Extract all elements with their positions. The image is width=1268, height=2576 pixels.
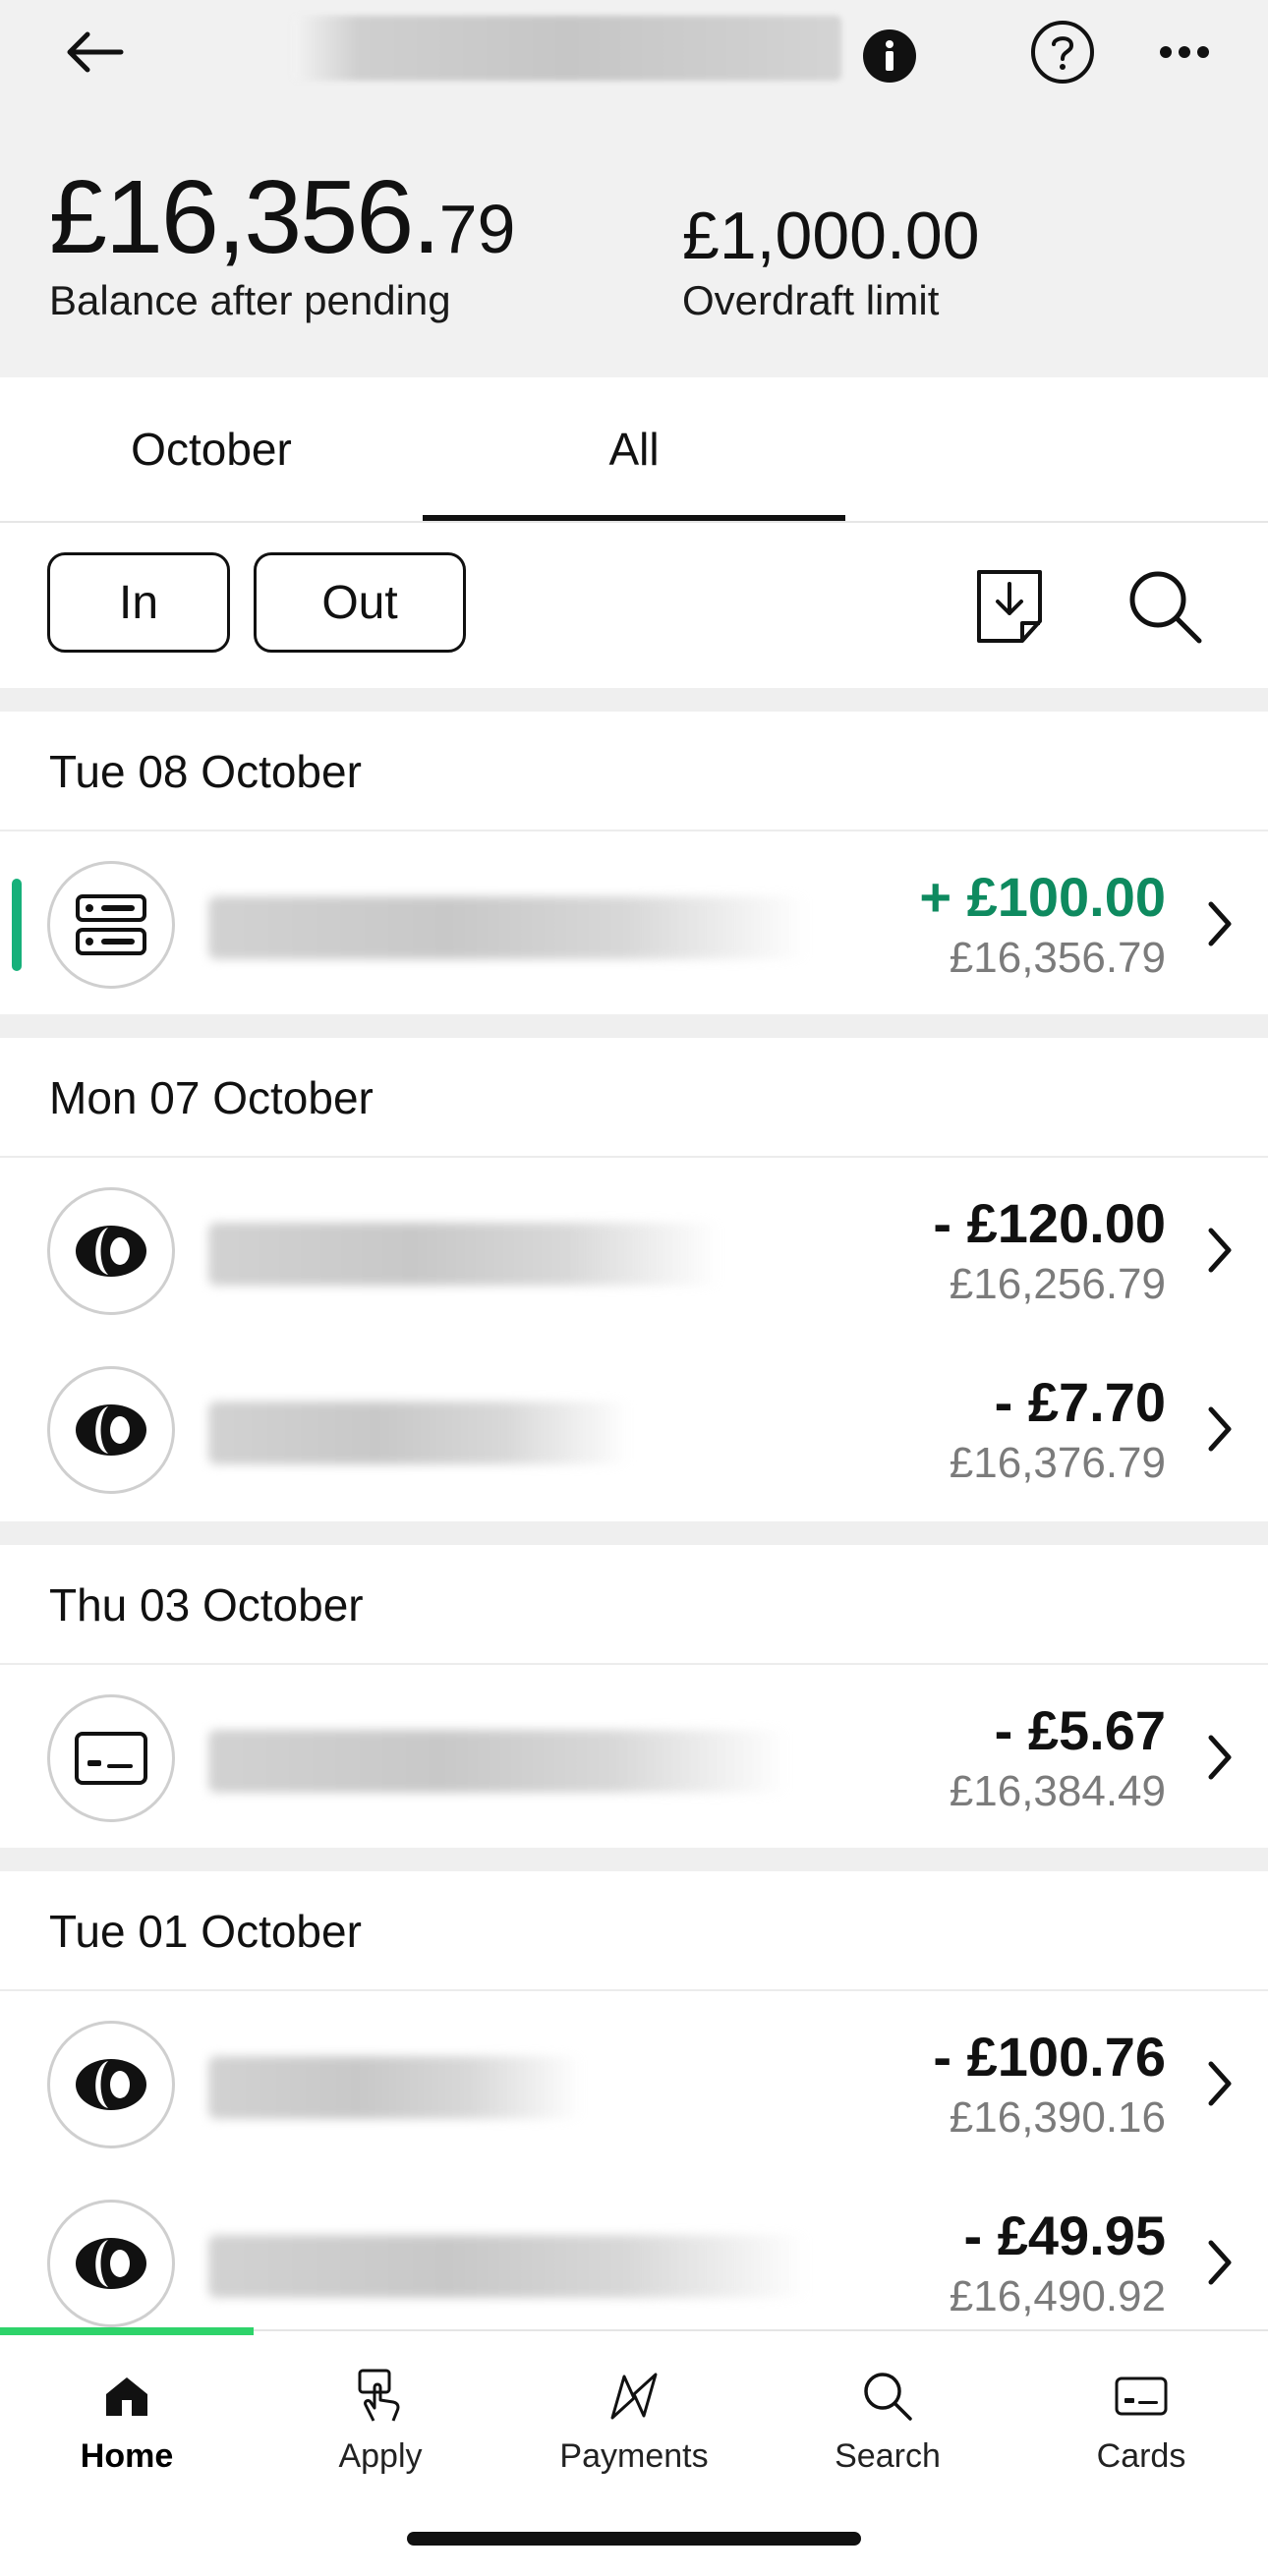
card-network-icon	[76, 1226, 146, 1277]
transaction-avatar	[47, 1694, 175, 1822]
transaction-row[interactable]: - £120.00 £16,256.79	[0, 1162, 1268, 1341]
search-icon	[1129, 571, 1202, 644]
card-network-icon	[76, 1404, 146, 1456]
date-header-label: Mon 07 October	[49, 1072, 374, 1123]
transaction-amount: - £5.67	[994, 1699, 1166, 1761]
transaction-avatar	[47, 2021, 175, 2148]
nav-apply-label: Apply	[338, 2437, 423, 2475]
nav-apply[interactable]: Apply	[254, 2331, 507, 2479]
nav-active-indicator	[0, 2327, 254, 2335]
bank-transfer-icon	[76, 894, 146, 955]
download-statement-button[interactable]	[967, 562, 1052, 651]
transaction-avatar	[47, 2200, 175, 2327]
section-divider	[0, 688, 1268, 712]
filter-in-button[interactable]: In	[47, 552, 230, 653]
back-arrow-icon	[67, 31, 124, 73]
home-icon	[106, 2377, 147, 2416]
pending-indicator	[12, 879, 22, 971]
merchant-name-redacted	[208, 2056, 582, 2119]
transaction-row[interactable]: - £7.70 £16,376.79	[0, 1341, 1268, 1519]
date-header-label: Tue 01 October	[49, 1906, 362, 1957]
tab-october[interactable]: October	[0, 377, 423, 521]
nav-payments[interactable]: Payments	[507, 2331, 761, 2479]
overdraft-amount: £1,000.00	[682, 199, 980, 273]
filter-bar: In Out	[0, 523, 1268, 688]
merchant-name-redacted	[208, 1223, 720, 1286]
transaction-amount: - £7.70	[994, 1371, 1166, 1433]
date-header: Mon 07 October	[0, 1038, 1268, 1158]
running-balance: £16,490.92	[949, 2272, 1166, 2320]
card-icon	[75, 1732, 147, 1785]
nav-home[interactable]: Home	[0, 2331, 254, 2479]
transaction-avatar	[47, 1187, 175, 1315]
download-statement-icon	[977, 570, 1042, 643]
more-button[interactable]	[1150, 18, 1219, 86]
chevron-right-icon	[1208, 1406, 1232, 1452]
nav-home-label: Home	[80, 2437, 174, 2475]
transaction-avatar	[47, 1366, 175, 1494]
section-divider	[0, 1014, 1268, 1038]
home-indicator	[407, 2532, 861, 2546]
running-balance: £16,376.79	[949, 1439, 1166, 1487]
help-icon	[1031, 21, 1094, 84]
merchant-name-redacted	[208, 1402, 631, 1464]
search-icon	[864, 2373, 912, 2421]
chevron-right-icon	[1208, 2061, 1232, 2106]
payments-icon	[610, 2373, 658, 2420]
date-header-label: Tue 08 October	[49, 746, 362, 797]
transaction-row[interactable]: - £5.67 £16,384.49	[0, 1669, 1268, 1848]
section-divider	[0, 1521, 1268, 1545]
filter-out-button[interactable]: Out	[254, 552, 466, 653]
back-button[interactable]	[49, 18, 138, 86]
date-header: Thu 03 October	[0, 1545, 1268, 1665]
overdraft-label: Overdraft limit	[682, 277, 940, 323]
balance-cents: 79	[438, 191, 516, 267]
section-divider	[0, 1848, 1268, 1871]
balance-label: Balance after pending	[49, 277, 451, 323]
cards-icon	[1115, 2376, 1168, 2416]
merchant-name-redacted	[208, 1730, 788, 1793]
nav-search[interactable]: Search	[761, 2331, 1014, 2479]
nav-payments-label: Payments	[559, 2437, 709, 2475]
card-network-icon	[76, 2238, 146, 2289]
balance-amount: £16,356.79	[49, 159, 516, 275]
running-balance: £16,256.79	[949, 1260, 1166, 1308]
chevron-right-icon	[1208, 901, 1232, 946]
info-icon	[863, 29, 916, 83]
transaction-amount: - £100.76	[933, 2026, 1166, 2088]
transaction-amount: + £100.00	[919, 866, 1166, 928]
date-header: Tue 01 October	[0, 1871, 1268, 1991]
transaction-row[interactable]: - £49.95 £16,490.92	[0, 2174, 1268, 2353]
search-transactions-button[interactable]	[1121, 562, 1209, 651]
nav-search-label: Search	[835, 2437, 941, 2475]
more-icon	[1160, 46, 1209, 58]
info-button[interactable]	[855, 22, 924, 90]
transaction-avatar	[47, 861, 175, 989]
tab-all[interactable]: All	[423, 377, 845, 521]
merchant-name-redacted	[208, 2235, 808, 2298]
chevron-right-icon	[1208, 1228, 1232, 1273]
active-tab-indicator	[423, 515, 845, 521]
transaction-amount: - £120.00	[933, 1192, 1166, 1254]
chevron-right-icon	[1208, 2240, 1232, 2285]
nav-cards[interactable]: Cards	[1014, 2331, 1268, 2479]
date-header-label: Thu 03 October	[49, 1579, 364, 1631]
running-balance: £16,384.49	[949, 1767, 1166, 1815]
account-name-redacted	[293, 16, 841, 81]
period-tabs: October All	[0, 377, 1268, 523]
running-balance: £16,390.16	[949, 2093, 1166, 2142]
running-balance: £16,356.79	[949, 934, 1166, 982]
chevron-right-icon	[1208, 1735, 1232, 1780]
merchant-name-redacted	[208, 896, 808, 959]
help-button[interactable]	[1028, 18, 1097, 86]
account-header: £16,356.79 Balance after pending £1,000.…	[0, 0, 1268, 377]
transaction-amount: - £49.95	[963, 2204, 1167, 2266]
nav-cards-label: Cards	[1096, 2437, 1186, 2475]
transaction-row[interactable]: + £100.00 £16,356.79	[0, 835, 1268, 1014]
card-network-icon	[76, 2059, 146, 2110]
date-header: Tue 08 October	[0, 712, 1268, 831]
transaction-row[interactable]: - £100.76 £16,390.16	[0, 1995, 1268, 2174]
apply-icon	[358, 2369, 400, 2422]
